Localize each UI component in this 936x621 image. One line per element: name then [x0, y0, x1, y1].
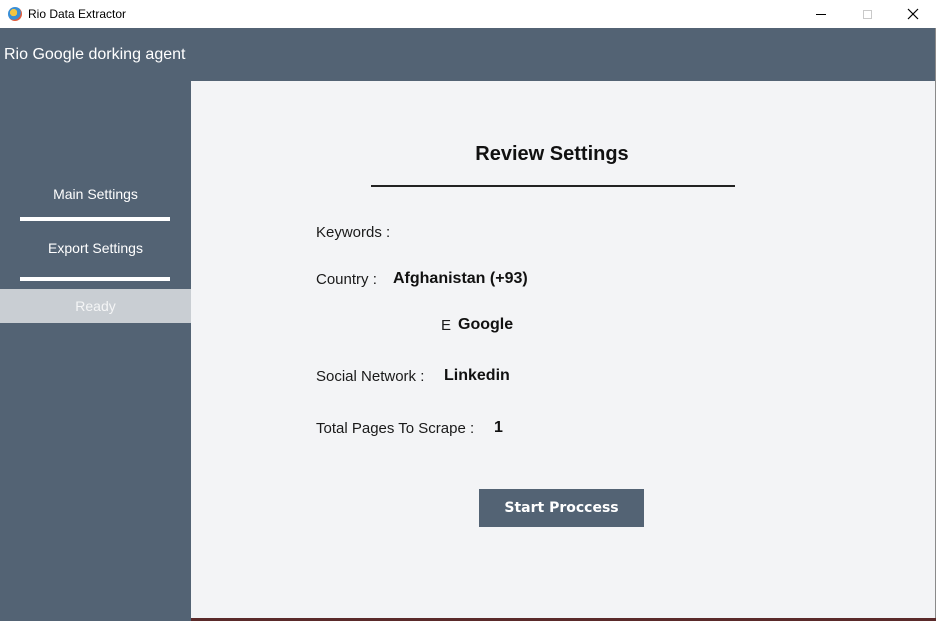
- start-process-button[interactable]: Start Proccess: [479, 489, 644, 527]
- country-label: Country :: [316, 271, 377, 288]
- review-panel: Review Settings Keywords : Country : Afg…: [191, 81, 936, 621]
- sidebar-item-main-settings[interactable]: Main Settings: [0, 186, 191, 202]
- minimize-icon: [816, 13, 826, 15]
- sidebar: Main Settings Export Settings Ready: [0, 81, 191, 621]
- app-name: Rio Google dorking agent: [4, 46, 186, 63]
- maximize-button[interactable]: [844, 0, 890, 28]
- maximize-icon: [862, 9, 872, 19]
- app-logo-icon: [8, 7, 22, 21]
- divider: [20, 217, 170, 221]
- close-button[interactable]: [890, 0, 936, 28]
- title-bar[interactable]: Rio Data Extractor: [0, 0, 936, 28]
- social-network-value: Linkedin: [444, 367, 510, 384]
- app-window: Rio Data Extractor Rio Google dorking ag…: [0, 0, 936, 621]
- page-title: Review Settings: [475, 143, 629, 165]
- search-engine-value: Google: [458, 316, 514, 333]
- keywords-label: Keywords :: [316, 224, 391, 241]
- sidebar-item-ready[interactable]: Ready: [0, 289, 191, 323]
- sidebar-item-export-settings[interactable]: Export Settings: [0, 240, 191, 256]
- divider: [20, 277, 170, 281]
- country-value: Afghanistan (+93): [393, 270, 528, 287]
- social-network-label: Social Network :: [316, 368, 425, 385]
- close-icon: [907, 8, 919, 20]
- app-header: Rio Google dorking agent: [0, 28, 936, 81]
- title-divider: [371, 185, 735, 187]
- total-pages-label: Total Pages To Scrape :: [316, 420, 475, 437]
- minimize-button[interactable]: [798, 0, 844, 28]
- search-engine-label: E: [441, 317, 452, 334]
- total-pages-value: 1: [494, 419, 503, 436]
- window-title: Rio Data Extractor: [28, 7, 127, 21]
